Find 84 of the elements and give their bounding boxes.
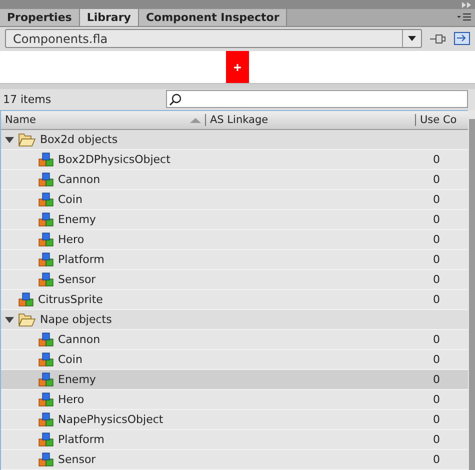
item-name: CitrusSprite — [38, 293, 103, 306]
cubes-icon — [38, 152, 54, 167]
cubes-icon — [38, 212, 54, 227]
column-header[interactable]: AS Linkage — [205, 114, 415, 126]
item-name: Hero — [58, 393, 84, 406]
symbol-row[interactable]: Enemy 0 — [1, 210, 468, 230]
cubes-icon — [18, 292, 34, 307]
crosshair-icon — [234, 64, 241, 71]
cubes-icon — [38, 432, 54, 447]
symbol-row[interactable]: Sensor 0 — [1, 450, 468, 470]
use-count: 0 — [433, 153, 441, 166]
disclosure-triangle-icon[interactable] — [5, 135, 14, 144]
cubes-icon — [38, 232, 54, 247]
folder-row[interactable]: Nape objects — [1, 310, 468, 330]
symbol-row[interactable]: Box2DPhysicsObject 0 — [1, 150, 468, 170]
symbol-row[interactable]: Enemy 0 — [1, 370, 468, 390]
item-name: Enemy — [58, 373, 96, 386]
cubes-icon — [38, 272, 54, 287]
item-name: Cannon — [58, 173, 100, 186]
cubes-icon — [38, 392, 54, 407]
use-count: 0 — [433, 393, 441, 406]
panel-tab[interactable]: Component Inspector — [138, 9, 288, 26]
symbol-row[interactable]: Hero 0 — [1, 390, 468, 410]
item-name: NapePhysicsObject — [58, 413, 164, 426]
sort-arrow-icon — [190, 118, 201, 122]
use-count: 0 — [433, 293, 441, 306]
item-name: Platform — [58, 433, 104, 446]
use-count: 0 — [433, 353, 441, 366]
open-folder-icon — [18, 132, 36, 147]
item-name: Box2DPhysicsObject — [58, 153, 170, 166]
symbol-row[interactable]: NapePhysicsObject 0 — [1, 410, 468, 430]
cubes-icon — [38, 452, 54, 467]
use-count: 0 — [433, 273, 441, 286]
symbol-row[interactable]: CitrusSprite 0 — [1, 290, 468, 310]
symbol-row[interactable]: Hero 0 — [1, 230, 468, 250]
use-count: 0 — [433, 453, 441, 466]
search-field[interactable] — [166, 90, 468, 108]
column-header[interactable]: Name — [1, 114, 205, 126]
item-count: 17 items — [3, 92, 52, 106]
use-count: 0 — [433, 253, 441, 266]
symbol-row[interactable]: Cannon 0 — [1, 170, 468, 190]
symbol-row[interactable]: Platform 0 — [1, 430, 468, 450]
item-name: Cannon — [58, 333, 100, 346]
open-folder-icon — [18, 312, 36, 327]
use-count: 0 — [433, 333, 441, 346]
panel-tab[interactable]: Properties — [0, 9, 80, 26]
item-name: Coin — [58, 353, 82, 366]
use-count: 0 — [433, 213, 441, 226]
cubes-icon — [38, 352, 54, 367]
search-icon — [169, 92, 182, 106]
cubes-icon — [38, 332, 54, 347]
symbol-row[interactable]: Sensor 0 — [1, 270, 468, 290]
item-name: Box2d objects — [40, 133, 118, 146]
caret-icon — [408, 36, 416, 42]
use-count: 0 — [433, 433, 441, 446]
use-count: 0 — [433, 193, 441, 206]
new-library-panel-icon[interactable] — [454, 32, 470, 46]
item-name: Platform — [58, 253, 104, 266]
panel-menu-icon[interactable] — [457, 13, 471, 22]
item-name: Hero — [58, 233, 84, 246]
cubes-icon — [38, 192, 54, 207]
symbol-row[interactable]: Coin 0 — [1, 190, 468, 210]
symbol-row[interactable]: Platform 0 — [1, 250, 468, 270]
panel-tab[interactable]: Library — [80, 9, 139, 26]
folder-row[interactable]: Box2d objects — [1, 130, 468, 150]
use-count: 0 — [433, 173, 441, 186]
cubes-icon — [38, 412, 54, 427]
disclosure-triangle-icon[interactable] — [5, 315, 14, 324]
use-count: 0 — [433, 233, 441, 246]
document-dropdown[interactable]: Components.fla — [5, 29, 422, 48]
symbol-row[interactable]: Coin 0 — [1, 350, 468, 370]
column-header[interactable]: Use Co — [415, 114, 468, 126]
cubes-icon — [38, 252, 54, 267]
item-name: Enemy — [58, 213, 96, 226]
cubes-icon — [38, 172, 54, 187]
use-count: 0 — [433, 413, 441, 426]
pin-icon[interactable] — [430, 32, 446, 45]
cubes-icon — [38, 372, 54, 387]
item-name: Coin — [58, 193, 82, 206]
item-name: Nape objects — [40, 313, 112, 326]
symbol-row[interactable]: Cannon 0 — [1, 330, 468, 350]
use-count: 0 — [433, 373, 441, 386]
item-name: Sensor — [58, 453, 96, 466]
item-name: Sensor — [58, 273, 96, 286]
